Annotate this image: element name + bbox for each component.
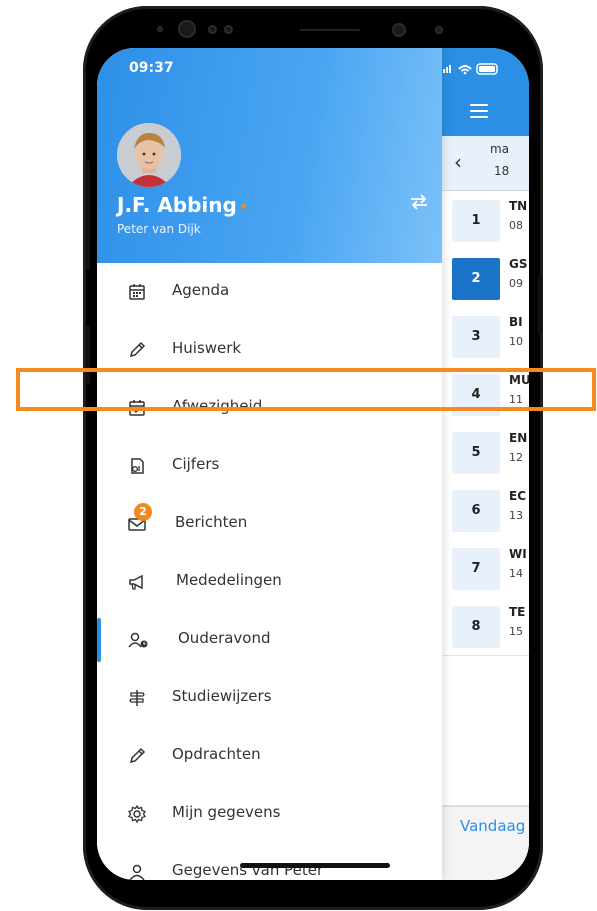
status-dot-icon [240,204,246,209]
lesson-time: 09 [509,277,523,290]
pencil-icon [127,340,147,360]
menu-item-label: Afwezigheid [172,397,263,415]
user-name-text: J.F. Abbing [117,193,237,217]
phone-top-sensors [120,20,460,40]
phone-side-button-left [86,160,90,270]
avatar[interactable] [117,123,181,187]
menu-item-agenda[interactable]: Agenda [97,263,442,321]
lesson-time: 13 [509,509,523,522]
calendar-check-icon [127,398,147,418]
lesson-row[interactable]: 3 BI 10 [442,307,529,366]
phone-screen: ‹ ma 18 1 TN 08 2 GS 09 3 BI 10 4 MU 11 … [97,48,529,880]
avatar-portrait-icon [117,123,181,187]
lesson-time: 14 [509,567,523,580]
navigation-drawer: 09:37 J.F. Abbing Peter van Dijk Agenda … [97,48,442,880]
menu-item-cijfers[interactable]: Cijfers [97,437,442,495]
lesson-number: 5 [452,432,500,474]
lesson-subject: TE [509,605,526,619]
menu-item-label: Berichten [175,513,248,531]
today-button[interactable]: Vandaag [460,817,525,835]
lesson-number: 6 [452,490,500,532]
signal-wifi-battery-icon [443,63,498,75]
lesson-time: 12 [509,451,523,464]
menu-item-afwezigheid[interactable]: Afwezigheid [97,379,442,437]
lesson-subject: EC [509,489,527,503]
sensor-dot [157,26,163,32]
week-date-label: 18 [494,164,510,178]
menu-item-label: Studiewijzers [172,687,272,705]
megaphone-icon [127,572,147,592]
menu-item-label: Cijfers [172,455,220,473]
lesson-number: 4 [452,374,500,416]
menu-item-ouderavond[interactable]: Ouderavond [97,611,442,669]
lesson-subject: BI [509,315,523,329]
menu-item-opdrachten[interactable]: Opdrachten [97,727,442,785]
lesson-subject: MU [509,373,529,387]
schedule-bottom-bar: Vandaag [442,806,529,880]
lesson-row[interactable]: 5 EN 12 [442,423,529,482]
menu-item-gegevens-van-peter[interactable]: Gegevens van Peter [97,843,442,880]
switch-account-icon[interactable] [409,194,429,210]
menu-item-label: Opdrachten [172,745,261,763]
signpost-icon [127,688,147,708]
week-day-label: ma [490,142,510,156]
lesson-number: 2 [452,258,500,300]
person-icon [127,862,147,880]
gear-icon [127,804,147,824]
sensor-dot [208,25,217,34]
menu-item-label: Mijn gegevens [172,803,281,821]
sensor-dot [392,23,406,37]
lesson-row[interactable]: 1 TN 08 [442,191,529,250]
lesson-time: 10 [509,335,523,348]
menu-item-studiewijzers[interactable]: Studiewijzers [97,669,442,727]
lesson-number: 1 [452,200,500,242]
lesson-row[interactable]: 2 GS 09 [442,249,529,308]
menu-item-berichten[interactable]: 2 Berichten [97,495,442,553]
calendar-icon [127,282,147,302]
lesson-subject: WI [509,547,527,561]
menu-item-mijn-gegevens[interactable]: Mijn gegevens [97,785,442,843]
active-item-indicator [97,618,101,662]
grades-icon [127,456,147,476]
front-camera-icon [178,20,196,38]
menu-item-huiswerk[interactable]: Huiswerk [97,321,442,379]
pencil-icon [127,746,147,766]
hamburger-menu-icon[interactable] [470,104,490,118]
menu-item-label: Ouderavond [178,629,271,647]
chevron-left-icon[interactable]: ‹ [454,150,462,174]
lesson-row[interactable]: 6 EC 13 [442,481,529,540]
phone-side-button-right [538,275,542,335]
menu-item-label: Mededelingen [176,571,282,589]
menu-item-label: Agenda [172,281,230,299]
speaker-grille [300,29,360,31]
lesson-row[interactable]: 8 TE 15 [442,597,529,656]
home-indicator[interactable] [240,863,390,868]
sensor-dot [224,25,233,34]
lesson-number: 8 [452,606,500,648]
menu-item-mededelingen[interactable]: Mededelingen [97,553,442,611]
week-day-selector: ‹ ma 18 [442,136,529,191]
linked-account-name: Peter van Dijk [117,222,201,236]
lesson-subject: GS [509,257,528,271]
user-name: J.F. Abbing [117,193,246,217]
lesson-time: 11 [509,393,523,406]
unread-badge: 2 [134,503,152,521]
menu-item-label: Huiswerk [172,339,242,357]
lesson-subject: TN [509,199,528,213]
status-icons [442,60,529,76]
drawer-profile-header: 09:37 J.F. Abbing Peter van Dijk [97,48,442,263]
lesson-row[interactable]: 4 MU 11 [442,365,529,424]
sensor-dot [435,26,443,34]
lesson-subject: EN [509,431,528,445]
phone-side-button-left-lower [86,325,90,385]
lesson-row[interactable]: 7 WI 14 [442,539,529,598]
empty-slot [442,655,529,806]
status-bar-time: 09:37 [129,60,174,76]
lesson-time: 08 [509,219,523,232]
lesson-number: 3 [452,316,500,358]
lesson-number: 7 [452,548,500,590]
lesson-time: 15 [509,625,523,638]
parent-meeting-icon [127,630,148,650]
screenshot-stage: ‹ ma 18 1 TN 08 2 GS 09 3 BI 10 4 MU 11 … [0,0,597,911]
